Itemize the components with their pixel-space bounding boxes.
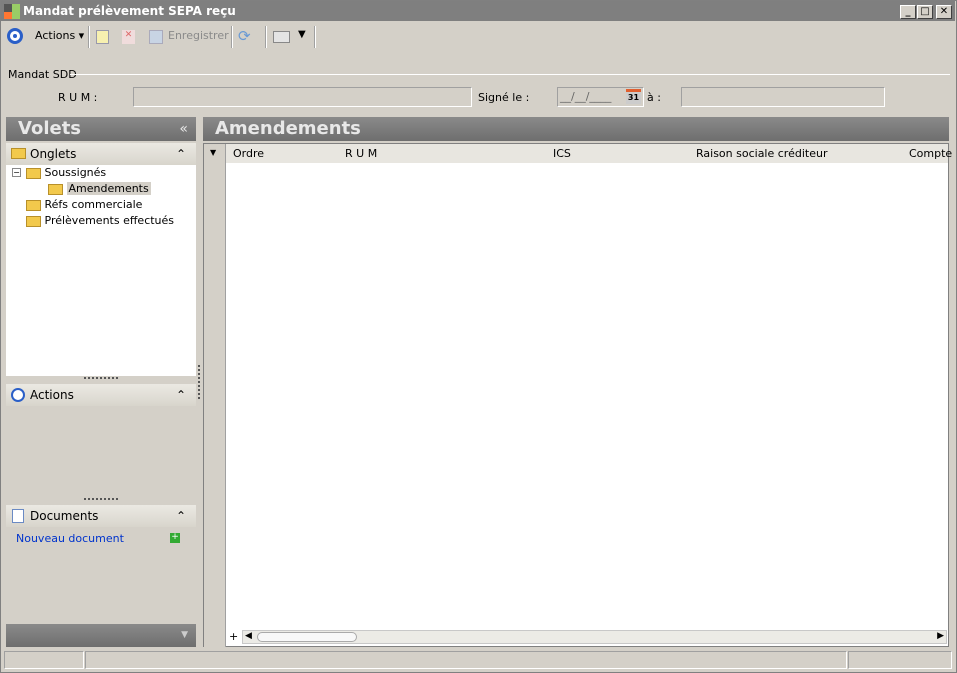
tabs-tree: − Soussignés Amendements Réfs commercial…	[6, 165, 196, 376]
toolbar: Actions ▾ ✕ Enregistrer ⟳ ▼	[1, 22, 955, 50]
vertical-splitter[interactable]	[198, 365, 200, 399]
to-label: à :	[647, 91, 661, 104]
chevron-up-icon[interactable]: ⌃	[176, 143, 186, 165]
refresh-icon[interactable]: ⟳	[238, 27, 251, 45]
status-bar	[4, 651, 952, 669]
tree-label: Soussignés	[44, 166, 107, 179]
date-mask: __/__/____	[560, 90, 612, 103]
chevron-up-icon[interactable]: ⌃	[176, 384, 186, 406]
main-title: Amendements	[215, 118, 361, 139]
group-label: Mandat SDD	[8, 68, 77, 81]
signed-label: Signé le :	[478, 91, 530, 104]
save-button[interactable]: Enregistrer	[168, 28, 229, 44]
sidebar-footer[interactable]: ▼	[6, 624, 196, 647]
folder-icon	[26, 199, 41, 211]
scrollbar-thumb[interactable]	[257, 632, 357, 642]
status-panel	[85, 651, 847, 669]
actions-menu[interactable]: Actions ▾	[35, 28, 84, 44]
app-icon	[4, 4, 20, 19]
tree-item-amendements[interactable]: Amendements	[48, 182, 151, 195]
sidebar-title: Volets	[18, 118, 82, 139]
calendar-icon[interactable]: 31	[626, 89, 641, 104]
print-dropdown-icon[interactable]: ▼	[298, 29, 306, 40]
folder-icon	[11, 148, 26, 159]
row-indicator-column	[204, 144, 226, 647]
chevron-up-icon[interactable]: ⌃	[176, 505, 186, 527]
tabs-title: Onglets	[30, 147, 77, 161]
main-header: Amendements	[203, 117, 949, 141]
scroll-left-icon[interactable]: ◀	[245, 631, 252, 641]
tree-label: Amendements	[66, 182, 151, 195]
close-button[interactable]: ✕	[936, 5, 952, 19]
column-rum[interactable]: R U M	[345, 144, 377, 163]
collapse-node-icon[interactable]: −	[12, 168, 21, 177]
column-raison-sociale[interactable]: Raison sociale créditeur	[696, 144, 827, 163]
status-panel	[4, 651, 84, 669]
documents-section-header[interactable]: Documents ⌃	[6, 505, 196, 527]
new-document-link[interactable]: Nouveau document	[16, 532, 124, 545]
folder-icon	[26, 167, 41, 179]
title-bar: Mandat prélèvement SEPA reçu _ □ ✕	[1, 1, 955, 21]
sidebar-header: Volets «	[6, 117, 196, 141]
open-folder-icon	[48, 183, 63, 195]
actions-icon	[7, 28, 23, 44]
tree-item-prelevements[interactable]: Prélèvements effectués	[26, 214, 174, 227]
separator	[265, 26, 267, 48]
group-divider	[70, 74, 950, 75]
column-ordre[interactable]: Ordre	[233, 144, 264, 163]
tree-item-soussignes[interactable]: Soussignés	[26, 166, 106, 179]
collapse-sidebar-button[interactable]: «	[179, 117, 188, 141]
column-chooser-icon[interactable]: ▼	[210, 148, 216, 157]
delete-icon[interactable]: ✕	[122, 30, 135, 44]
tree-label: Prélèvements effectués	[44, 214, 175, 227]
separator	[314, 26, 316, 48]
maximize-button[interactable]: □	[917, 5, 933, 19]
rum-field[interactable]	[133, 87, 472, 107]
actions-title: Actions	[30, 388, 74, 402]
horizontal-scrollbar[interactable]: ◀ ▶	[242, 630, 947, 644]
tree-item-refs-commerciale[interactable]: Réfs commerciale	[26, 198, 142, 211]
separator	[231, 26, 233, 48]
grid-header: Ordre R U M ICS Raison sociale créditeur…	[226, 144, 952, 163]
actions-icon	[11, 388, 25, 402]
to-field[interactable]	[681, 87, 885, 107]
grid: ▼ Ordre R U M ICS Raison sociale crédite…	[203, 143, 952, 647]
column-compte[interactable]: Compte	[909, 144, 952, 163]
rum-label: R U M :	[58, 91, 98, 104]
folder-icon	[26, 215, 41, 227]
scroll-right-icon[interactable]: ▶	[937, 631, 944, 641]
new-icon[interactable]	[96, 30, 109, 44]
document-icon	[12, 509, 24, 523]
add-document-icon[interactable]: +	[170, 533, 180, 543]
actions-label: Actions	[35, 29, 76, 42]
minimize-button[interactable]: _	[900, 5, 916, 19]
separator	[88, 26, 90, 48]
add-row-button[interactable]: +	[229, 630, 238, 643]
column-ics[interactable]: ICS	[553, 144, 571, 163]
tree-label: Réfs commerciale	[44, 198, 143, 211]
splitter-handle[interactable]	[84, 498, 118, 500]
print-icon[interactable]	[273, 31, 290, 43]
save-icon	[149, 30, 163, 44]
splitter-handle[interactable]	[84, 377, 118, 379]
actions-section-header[interactable]: Actions ⌃	[6, 384, 196, 406]
status-panel	[848, 651, 952, 669]
documents-title: Documents	[30, 509, 99, 523]
tabs-section-header[interactable]: Onglets ⌃	[6, 143, 196, 165]
window-title: Mandat prélèvement SEPA reçu	[23, 4, 236, 18]
